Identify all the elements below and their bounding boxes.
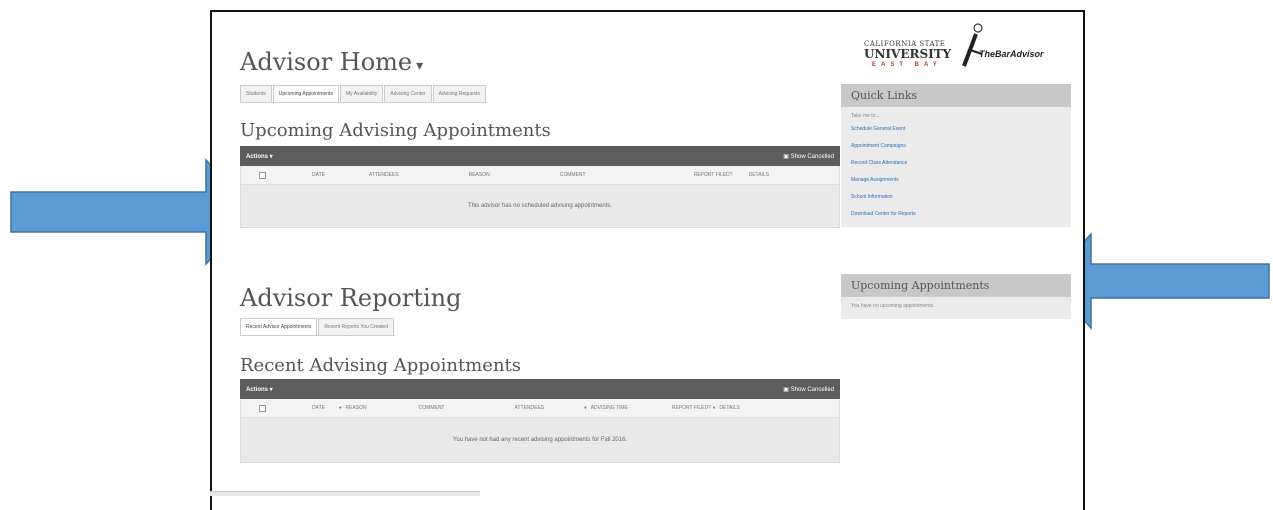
upcoming-appointments-title: Upcoming Appointments [841, 274, 1071, 297]
empty-state-message: This advisor has no scheduled advising a… [240, 184, 840, 228]
col-date[interactable]: DATE [312, 172, 325, 178]
university-logo: CALIFORNIA STATE UNIVERSITY EAST BAY The… [864, 23, 1054, 82]
tab-recent-advisor-appointments[interactable]: Recent Advisor Appointments [240, 318, 318, 335]
col-comment[interactable]: COMMENT [560, 172, 586, 178]
show-cancelled-toggle[interactable]: ▣ Show Cancelled [783, 386, 834, 393]
sort-icon[interactable]: ♦ [339, 405, 342, 411]
no-appointments-message: You have no upcoming appointments. [851, 303, 935, 309]
col-details[interactable]: DETAILS [719, 405, 739, 411]
tab-my-availability[interactable]: My Availability [339, 85, 384, 102]
select-all-checkbox[interactable] [259, 404, 266, 412]
col-advising-time[interactable]: ADVISING TIME [591, 405, 628, 411]
actions-dropdown[interactable]: Actions ▾ [246, 386, 273, 393]
link-appointment-campaigns[interactable]: Appointment Campaigns [851, 143, 1061, 149]
tab-recent-reports[interactable]: Recent Reports You Created [318, 318, 394, 335]
link-manage-assignments[interactable]: Manage Assignments [851, 177, 1061, 183]
col-comment[interactable]: COMMENT [419, 405, 445, 411]
logo-line2: UNIVERSITY [864, 47, 952, 61]
col-report-filed[interactable]: REPORT FILED? [672, 405, 711, 411]
table-toolbar: Actions ▾ ▣ Show Cancelled [240, 379, 840, 399]
advisor-figure-icon [962, 23, 983, 67]
upcoming-section-title: Upcoming Advising Appointments [240, 120, 551, 141]
col-details[interactable]: DETAILS [749, 172, 769, 178]
upcoming-appointments-panel: Upcoming Appointments You have no upcomi… [841, 274, 1071, 319]
col-reason[interactable]: REASON [469, 172, 490, 178]
col-reason[interactable]: REASON [346, 405, 367, 411]
tab-advising-requests[interactable]: Advising Requests [432, 85, 486, 102]
logo-line3: EAST BAY [872, 62, 942, 68]
tab-students[interactable]: Students [240, 85, 272, 102]
screenshot-frame: Advisor Home ▾ Students Upcoming Appointm… [210, 10, 1085, 510]
link-record-class-attendance[interactable]: Record Class Attendance [851, 160, 1061, 166]
empty-state-message: You have not had any recent advising app… [240, 417, 840, 463]
table-header-row: DATE ♦ REASON COMMENT ATTENDEES ♦ ADVISI… [240, 399, 840, 417]
tab-advising-center[interactable]: Advising Center [384, 85, 432, 102]
col-attendees[interactable]: ATTENDEES [515, 405, 545, 411]
quick-links-intro: Take me to... [851, 113, 880, 119]
link-schedule-general-event[interactable]: Schedule General Event [851, 126, 1061, 132]
page-title[interactable]: Advisor Home ▾ [240, 48, 423, 76]
link-download-center[interactable]: Download Center for Reports [851, 211, 1061, 217]
recent-appointments-table: Actions ▾ ▣ Show Cancelled DATE ♦ REASON… [240, 379, 840, 463]
upcoming-appointments-table: Actions ▾ ▣ Show Cancelled DATE ATTENDEE… [240, 146, 840, 228]
tab-upcoming-appointments[interactable]: Upcoming Appointments [272, 85, 339, 102]
table-header-row: DATE ATTENDEES REASON COMMENT REPORT FIL… [240, 166, 840, 184]
reporting-tabs: Recent Advisor Appointments Recent Repor… [240, 318, 395, 336]
home-tabs: Students Upcoming Appointments My Availa… [240, 85, 487, 103]
table-toolbar: Actions ▾ ▣ Show Cancelled [240, 146, 840, 166]
sort-icon[interactable]: ♦ [584, 405, 587, 411]
sort-icon[interactable]: ♦ [713, 405, 716, 411]
col-date[interactable]: DATE [312, 405, 325, 411]
col-attendees[interactable]: ATTENDEES [369, 172, 399, 178]
show-cancelled-label: Show Cancelled [790, 386, 834, 393]
link-school-information[interactable]: School Information [851, 194, 1061, 200]
show-cancelled-toggle[interactable]: ▣ Show Cancelled [783, 153, 834, 160]
col-report-filed[interactable]: REPORT FILED? [694, 172, 733, 178]
quick-links-panel: Quick Links Take me to... Schedule Gener… [841, 84, 1071, 227]
recent-section-title: Recent Advising Appointments [240, 355, 522, 376]
reporting-section-title: Advisor Reporting [240, 284, 462, 312]
bottom-scrollbar-strip [210, 491, 480, 496]
actions-dropdown[interactable]: Actions ▾ [246, 153, 273, 160]
quick-links-title: Quick Links [841, 84, 1071, 107]
show-cancelled-label: Show Cancelled [790, 153, 834, 160]
chevron-down-icon[interactable]: ▾ [416, 58, 423, 74]
select-all-checkbox[interactable] [259, 171, 266, 179]
logo-brand: TheBarAdvisor [979, 49, 1044, 59]
